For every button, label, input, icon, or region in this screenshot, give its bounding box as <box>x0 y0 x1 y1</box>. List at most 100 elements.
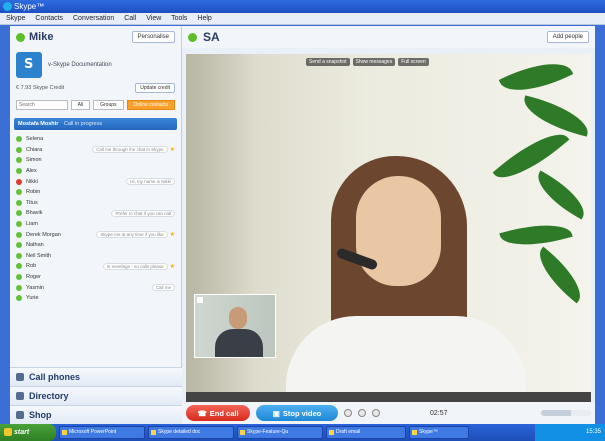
remote-person-face <box>356 176 441 286</box>
star-icon: ★ <box>169 232 175 239</box>
menu-view[interactable]: View <box>146 15 161 22</box>
system-tray-clock: 15:35 <box>535 424 605 441</box>
self-person-body <box>215 329 263 357</box>
menu-call[interactable]: Call <box>124 15 136 22</box>
contact-mood: Skype me at any time if you like <box>96 231 168 239</box>
list-item[interactable]: Yurie <box>16 293 175 304</box>
menu-tools[interactable]: Tools <box>171 15 187 22</box>
menu-conversation[interactable]: Conversation <box>73 15 114 22</box>
credit-row: € 7.93 Skype Credit Update credit <box>10 82 181 94</box>
plant-image <box>481 54 591 354</box>
tab-online-contacts[interactable]: Online contacts <box>126 100 175 110</box>
add-people-button[interactable]: Add people <box>546 31 589 43</box>
contact-name: Yurie <box>26 295 39 302</box>
directory-link[interactable]: Directory <box>10 386 182 405</box>
call-controls: ☎ End call ▣ Stop video 02:57 <box>182 402 595 424</box>
stop-video-button[interactable]: ▣ Stop video <box>256 405 338 421</box>
taskbar-item[interactable]: Draft email <box>326 426 406 439</box>
bottom-links: Call phones Directory Shop <box>10 367 182 424</box>
volume-slider[interactable] <box>541 410 591 416</box>
conversation-panel: SA Add people Send a snapshot Show messa… <box>182 26 595 424</box>
tab-groups[interactable]: Groups <box>93 100 124 110</box>
hangup-icon: ☎ <box>197 408 207 418</box>
online-status-icon <box>16 295 22 302</box>
menu-contacts[interactable]: Contacts <box>35 15 63 22</box>
list-item[interactable]: Chiara Call me through the chat in Skype… <box>16 145 175 156</box>
conversation-title: SA <box>203 30 220 44</box>
mute-button[interactable] <box>344 409 352 417</box>
list-item[interactable]: Titus <box>16 198 175 209</box>
call-phones-link[interactable]: Call phones <box>10 367 182 386</box>
busy-status-icon <box>16 178 22 185</box>
list-item[interactable]: Yasmin Call me <box>16 282 175 293</box>
end-call-button[interactable]: ☎ End call <box>186 405 250 421</box>
list-item[interactable]: Robin <box>16 187 175 198</box>
online-status-icon <box>16 263 22 270</box>
online-status-icon <box>16 199 22 206</box>
call-timer: 02:57 <box>430 409 448 417</box>
update-credit-button[interactable]: Update credit <box>135 83 175 93</box>
list-item[interactable]: Simon <box>16 155 175 166</box>
menu-help[interactable]: Help <box>197 15 211 22</box>
show-messages-button[interactable]: Show messages <box>352 58 396 66</box>
list-item[interactable]: Selena <box>16 134 175 145</box>
star-icon: ★ <box>169 263 175 270</box>
contact-name: Roger <box>26 274 41 281</box>
contacts-panel: Mike Personalise v-Skype Documentation €… <box>10 26 182 424</box>
taskbar-item[interactable]: Skype-Feature-Qu <box>237 426 323 439</box>
contact-name: Chiara <box>26 146 43 153</box>
menu-skype[interactable]: Skype <box>6 15 25 22</box>
contact-name: Selena <box>26 136 44 143</box>
online-status-icon <box>16 231 22 238</box>
list-item[interactable]: Rob In meetings - no calls please ★ <box>16 261 175 272</box>
hold-button[interactable] <box>358 409 366 417</box>
contact-name: Derek Morgan <box>26 231 61 238</box>
personalise-button[interactable]: Personalise <box>131 31 175 43</box>
list-item[interactable]: Liam <box>16 219 175 230</box>
send-snapshot-button[interactable]: Send a snapshot <box>306 58 350 66</box>
contact-name: Nikki <box>26 178 38 185</box>
contact-name: Yasmin <box>26 284 44 291</box>
list-item[interactable]: Derek Morgan Skype me at any time if you… <box>16 229 175 240</box>
full-screen-button[interactable]: Full screen <box>398 58 429 66</box>
online-status-icon <box>16 274 22 281</box>
contact-name: Liam <box>26 221 38 228</box>
list-item[interactable]: Nikki Hi, my name is Nikki <box>16 176 175 187</box>
avatar[interactable] <box>16 52 42 78</box>
active-call-item[interactable]: Mostafa Moshir Call in progress <box>14 118 177 130</box>
list-item[interactable]: Neil Smith <box>16 251 175 262</box>
online-status-icon[interactable] <box>16 32 25 42</box>
video-camera-icon: ▣ <box>272 408 280 418</box>
directory-icon <box>16 392 24 400</box>
video-feed[interactable]: Send a snapshot Show messages Full scree… <box>186 54 591 392</box>
mood-message[interactable]: v-Skype Documentation <box>48 62 112 68</box>
profile-name[interactable]: Mike <box>29 31 53 43</box>
online-status-icon <box>16 168 22 175</box>
taskbar-item[interactable]: Microsoft PowerPoint <box>59 426 145 439</box>
list-item[interactable]: Nathan <box>16 240 175 251</box>
taskbar: start Microsoft PowerPoint Skype detaile… <box>0 424 605 441</box>
list-item[interactable]: Bhavik Prefer to chat if you can call <box>16 208 175 219</box>
taskbar-item[interactable]: Skype™ <box>409 426 469 439</box>
skype-window: skype Skype™ Skype Contacts Conversation… <box>0 0 605 441</box>
dialpad-button[interactable] <box>372 409 380 417</box>
online-status-icon <box>16 242 22 249</box>
online-status-icon <box>16 136 22 143</box>
shop-icon <box>16 411 24 419</box>
contact-name: Bhavik <box>26 210 43 217</box>
contact-mood: Prefer to chat if you can call <box>111 209 175 217</box>
title-bar: Skype™ <box>0 0 605 13</box>
list-item[interactable]: Roger <box>16 272 175 283</box>
tab-all[interactable]: All <box>70 100 91 110</box>
contact-mood: In meetings - no calls please <box>102 262 168 270</box>
stop-video-label: Stop video <box>282 408 322 418</box>
search-input[interactable]: Search <box>16 100 68 110</box>
taskbar-item[interactable]: Skype detailed doc <box>148 426 234 439</box>
list-item[interactable]: Alex <box>16 166 175 177</box>
start-button[interactable]: start <box>0 424 56 441</box>
active-call-name: Mostafa Moshir <box>18 121 59 127</box>
shop-link[interactable]: Shop <box>10 405 182 424</box>
profile-card: v-Skype Documentation <box>10 48 181 82</box>
self-video-preview[interactable] <box>194 294 276 358</box>
contact-name: Robin <box>26 189 41 196</box>
